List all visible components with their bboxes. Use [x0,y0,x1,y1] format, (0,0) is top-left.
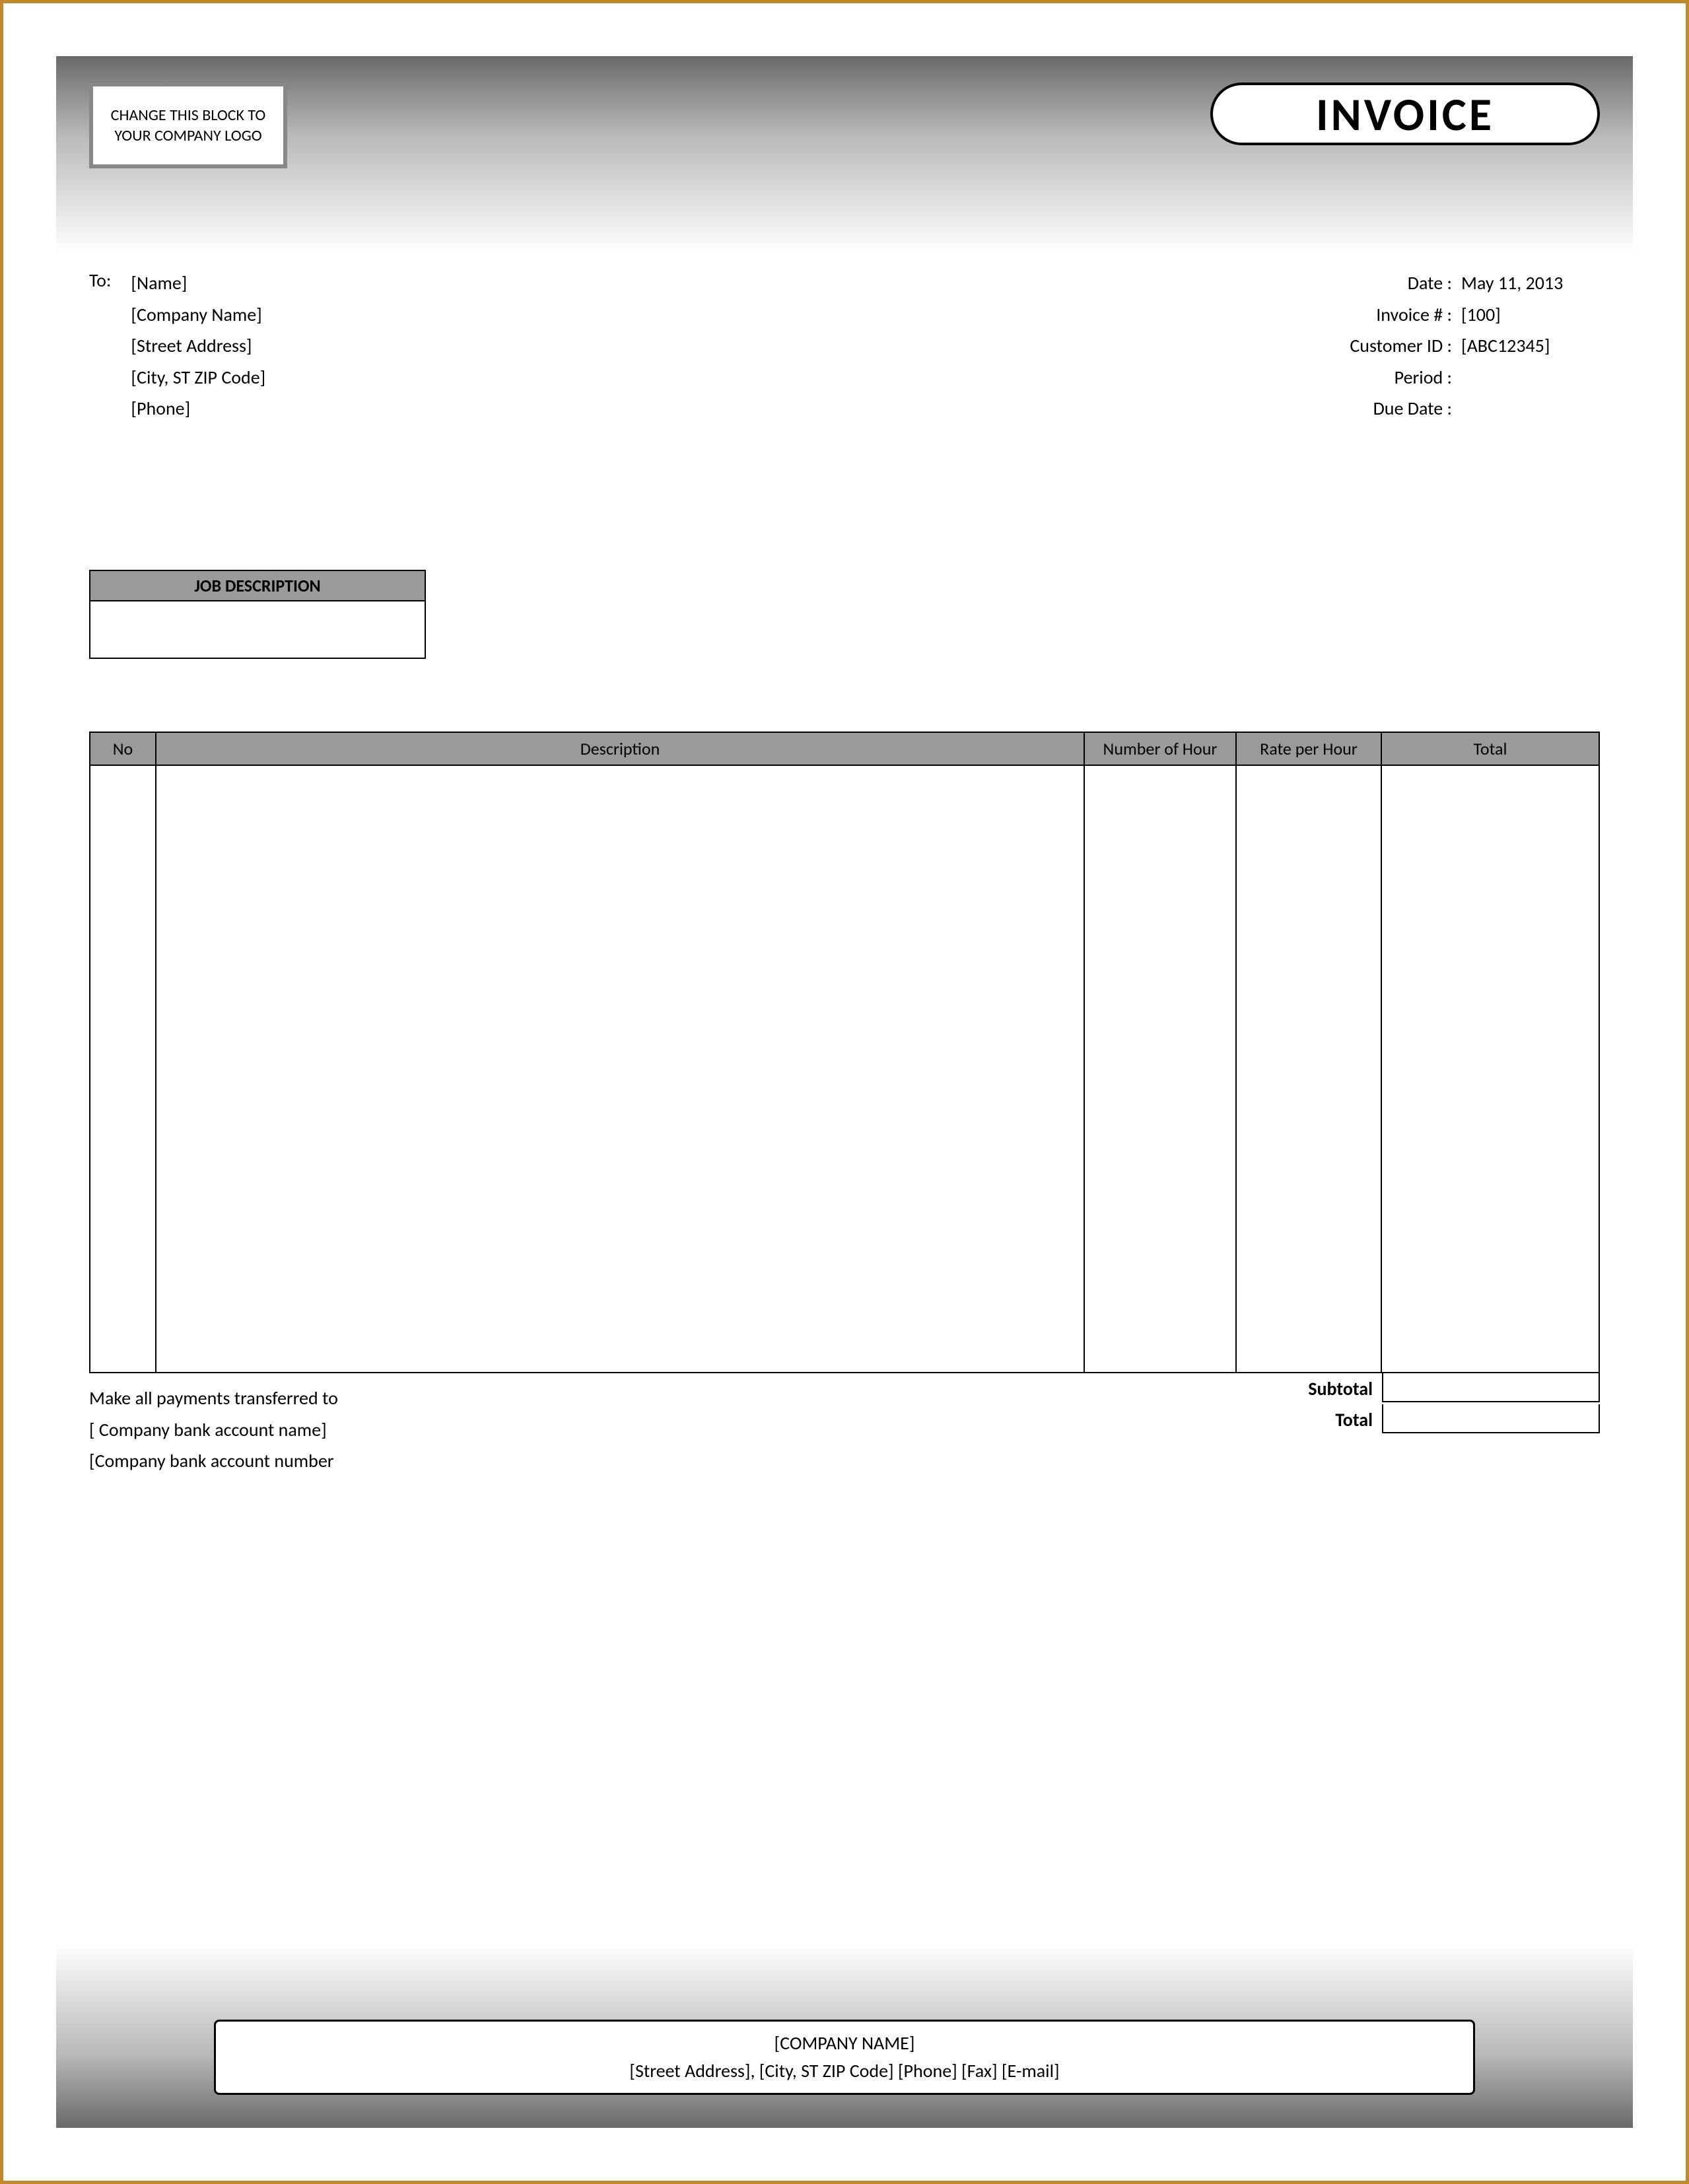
meta-invoice-row: Invoice # : [100] [1320,299,1600,331]
to-name: [Name] [131,267,265,299]
footer-company: [COMPANY NAME] [229,2030,1460,2057]
header-band: CHANGE THIS BLOCK TO YOUR COMPANY LOGO I… [56,56,1633,254]
job-description-section: JOB DESCRIPTION [89,570,1600,659]
info-section: To: [Name] [Company Name] [Street Addres… [56,254,1633,425]
meta-due-label: Due Date : [1320,393,1452,425]
logo-placeholder-box: CHANGE THIS BLOCK TO YOUR COMPANY LOGO [89,83,287,168]
meta-date-value: May 11, 2013 [1461,267,1600,299]
cell-desc [156,765,1084,1373]
col-total-header: Total [1381,732,1599,765]
to-fields: [Name] [Company Name] [Street Address] [… [131,267,265,425]
col-no-header: No [90,732,156,765]
col-num-hour-header: Number of Hour [1084,732,1236,765]
items-table-section: No Description Number of Hour Rate per H… [89,732,1600,1435]
to-label: To: [89,267,111,425]
payment-line-3: [Company bank account number [89,1445,1600,1477]
meta-due-value [1461,393,1600,425]
bill-to-block: To: [Name] [Company Name] [Street Addres… [89,267,265,425]
job-description-body [90,601,425,658]
total-value [1382,1404,1600,1433]
cell-total [1381,765,1599,1373]
job-description-heading: JOB DESCRIPTION [90,571,425,601]
cell-no [90,765,156,1373]
col-rate-header: Rate per Hour [1236,732,1381,765]
to-phone: [Phone] [131,393,265,425]
col-desc-header: Description [156,732,1084,765]
meta-due-row: Due Date : [1320,393,1600,425]
meta-invoice-label: Invoice # : [1320,299,1452,331]
invoice-title: INVOICE [1316,86,1494,143]
page-frame: CHANGE THIS BLOCK TO YOUR COMPANY LOGO I… [0,0,1689,2184]
cell-rate [1236,765,1381,1373]
items-table: No Description Number of Hour Rate per H… [89,732,1600,1373]
meta-customer-row: Customer ID : [ABC12345] [1320,330,1600,362]
meta-invoice-value: [100] [1461,299,1600,331]
to-company: [Company Name] [131,299,265,331]
cell-num-hour [1084,765,1236,1373]
meta-period-row: Period : [1320,362,1600,393]
table-row [90,765,1599,1373]
meta-period-value [1461,362,1600,393]
footer-box: [COMPANY NAME] [Street Address], [City, … [214,2020,1475,2095]
job-description-box: JOB DESCRIPTION [89,570,426,659]
invoice-page: CHANGE THIS BLOCK TO YOUR COMPANY LOGO I… [56,56,1633,2128]
invoice-title-pill: INVOICE [1210,83,1600,145]
meta-period-label: Period : [1320,362,1452,393]
meta-date-row: Date : May 11, 2013 [1320,267,1600,299]
meta-block: Date : May 11, 2013 Invoice # : [100] Cu… [1320,267,1600,425]
meta-date-label: Date : [1320,267,1452,299]
subtotal-value [1382,1373,1600,1402]
footer-band: [COMPANY NAME] [Street Address], [City, … [56,1943,1633,2128]
meta-customer-value: [ABC12345] [1461,330,1600,362]
footer-details: [Street Address], [City, ST ZIP Code] [P… [229,2057,1460,2085]
to-city: [City, ST ZIP Code] [131,362,265,393]
logo-placeholder-text: CHANGE THIS BLOCK TO YOUR COMPANY LOGO [100,105,277,146]
meta-customer-label: Customer ID : [1320,330,1452,362]
items-header-row: No Description Number of Hour Rate per H… [90,732,1599,765]
to-street: [Street Address] [131,330,265,362]
